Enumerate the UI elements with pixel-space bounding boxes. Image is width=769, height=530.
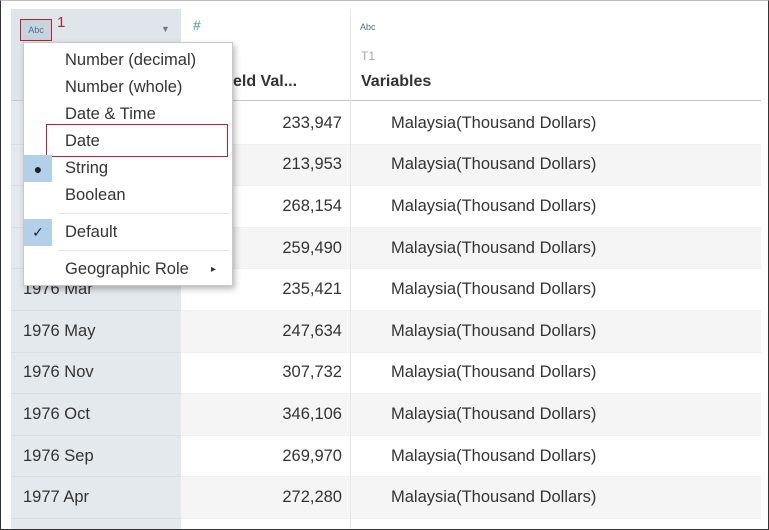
- menu-item-boolean[interactable]: Boolean: [24, 182, 232, 209]
- column-cells-variables: Malaysia(Thousand Dollars) Malaysia(Thou…: [351, 103, 761, 519]
- menu-item-geographic-role[interactable]: Geographic Role ▸: [24, 256, 232, 283]
- table-cell[interactable]: 1976 Nov: [11, 353, 181, 395]
- menu-item-label: Date & Time: [65, 105, 156, 123]
- chevron-down-icon[interactable]: ▼: [161, 24, 170, 34]
- table-cell[interactable]: Malaysia(Thousand Dollars): [351, 477, 761, 519]
- table-cell[interactable]: 1976 Sep: [11, 436, 181, 478]
- menu-gutter: [24, 47, 52, 74]
- menu-item-number-decimal[interactable]: Number (decimal): [24, 47, 232, 74]
- data-grid-window: Abc 1 ▼ 1976 Mar 1976 May 1976 Nov 1976 …: [0, 0, 769, 530]
- menu-item-string[interactable]: ● String: [24, 155, 232, 182]
- table-cell[interactable]: Malaysia(Thousand Dollars): [351, 227, 761, 270]
- menu-gutter: [24, 256, 52, 283]
- menu-separator: [58, 213, 230, 214]
- column-header-variables[interactable]: Abc T1 Variables: [351, 9, 761, 101]
- table-cell[interactable]: 269,970: [181, 436, 350, 478]
- menu-item-label: Number (whole): [65, 78, 183, 96]
- menu-item-label: Default: [65, 223, 118, 241]
- table-cell[interactable]: 272,280: [181, 477, 350, 519]
- table-cell[interactable]: Malaysia(Thousand Dollars): [351, 394, 761, 436]
- menu-item-label: Geographic Role: [65, 260, 189, 278]
- abc-icon[interactable]: Abc: [360, 22, 376, 32]
- annotation-highlight-box: [46, 124, 228, 157]
- table-cell[interactable]: 247,634: [181, 310, 350, 353]
- table-cell[interactable]: 1976 May: [11, 311, 181, 353]
- menu-item-label: String: [65, 159, 109, 177]
- hash-icon[interactable]: #: [193, 17, 201, 33]
- table-cell[interactable]: 1976 Oct: [11, 394, 181, 436]
- table-cell[interactable]: Malaysia(Thousand Dollars): [351, 186, 761, 228]
- table-cell[interactable]: Malaysia(Thousand Dollars): [351, 353, 761, 395]
- menu-item-default[interactable]: ✓ Default: [24, 219, 232, 246]
- checkmark-icon: ✓: [24, 219, 52, 246]
- step-annotation-number: 1: [57, 14, 66, 31]
- menu-item-number-whole[interactable]: Number (whole): [24, 74, 232, 101]
- column-title: Variables: [361, 73, 432, 90]
- table-cell[interactable]: 307,732: [181, 353, 350, 395]
- table-cell[interactable]: Malaysia(Thousand Dollars): [351, 269, 761, 311]
- data-type-menu: Number (decimal) Number (whole) Date & T…: [23, 42, 233, 286]
- table-cell[interactable]: 1977 Apr: [11, 477, 181, 519]
- menu-separator: [58, 250, 230, 251]
- table-cell[interactable]: Malaysia(Thousand Dollars): [351, 144, 761, 187]
- menu-gutter: [24, 182, 52, 209]
- table-cell[interactable]: 346,106: [181, 394, 350, 436]
- table-cell[interactable]: Malaysia(Thousand Dollars): [351, 310, 761, 353]
- column-variables: Abc T1 Variables Malaysia(Thousand Dolla…: [351, 9, 761, 529]
- menu-gutter: [24, 74, 52, 101]
- table-cell[interactable]: Malaysia(Thousand Dollars): [351, 436, 761, 478]
- menu-item-label: Number (decimal): [65, 51, 197, 69]
- menu-item-label: Boolean: [65, 186, 126, 204]
- abc-icon[interactable]: Abc: [20, 19, 52, 41]
- column-source-label: T1: [361, 49, 376, 63]
- table-cell[interactable]: Malaysia(Thousand Dollars): [351, 103, 761, 145]
- bullet-icon: ●: [24, 155, 52, 182]
- chevron-right-icon: ▸: [210, 264, 216, 275]
